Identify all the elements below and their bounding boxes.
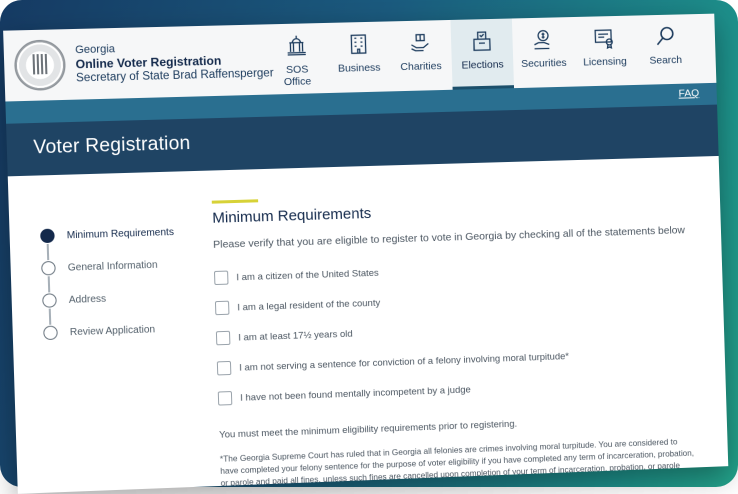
nav-label: Search xyxy=(649,54,682,67)
checkbox-label[interactable]: I have not been found mentally incompete… xyxy=(240,384,471,403)
step-indicator xyxy=(42,293,57,308)
site-brand[interactable]: Georgia Online Voter Registration Secret… xyxy=(75,38,274,85)
section-title: Minimum Requirements xyxy=(212,195,699,227)
citizen-checkbox[interactable] xyxy=(214,271,229,286)
eligibility-checklist: I am a citizen of the United States I am… xyxy=(214,248,705,414)
nav-item-elections[interactable]: Elections xyxy=(450,18,514,89)
nav-label: Elections xyxy=(461,59,504,72)
nav-item-charities[interactable]: Charities xyxy=(389,20,453,91)
nav-label: Office xyxy=(284,75,312,88)
background-gradient: Georgia Online Voter Registration Secret… xyxy=(0,0,738,487)
nav-item-business[interactable]: Business xyxy=(327,21,391,93)
nav-label: Securities xyxy=(521,57,567,70)
charity-hands-icon xyxy=(408,30,433,55)
step-indicator-current xyxy=(40,229,55,244)
step-label: Minimum Requirements xyxy=(67,226,174,240)
step-label: Address xyxy=(69,293,107,305)
step-review-application[interactable]: Review Application xyxy=(43,312,178,349)
step-label: General Information xyxy=(68,259,158,273)
step-label: Review Application xyxy=(70,324,156,338)
georgia-seal-logo[interactable] xyxy=(14,39,67,91)
progress-steps: Minimum Requirements General Information… xyxy=(40,216,178,349)
nav-label: Charities xyxy=(400,60,442,73)
money-hand-icon xyxy=(531,27,555,51)
main-nav: SOS Office Business Charities Elections … xyxy=(265,14,697,95)
nav-label: SOS xyxy=(286,63,309,76)
nav-label: Business xyxy=(338,62,381,75)
nav-item-sos-office[interactable]: SOS Office xyxy=(265,23,329,95)
title-accent-bar xyxy=(212,199,258,203)
faq-link[interactable]: FAQ xyxy=(678,87,699,99)
checkbox-label[interactable]: I am not serving a sentence for convicti… xyxy=(239,351,569,374)
building-icon xyxy=(346,32,371,57)
nav-item-search[interactable]: Search xyxy=(634,14,697,85)
search-icon xyxy=(653,24,677,48)
felony-footnote: *The Georgia Supreme Court has ruled tha… xyxy=(220,435,698,494)
nav-label: Licensing xyxy=(583,55,627,68)
checkbox-label[interactable]: I am at least 17½ years old xyxy=(238,328,353,343)
intro-text: Please verify that you are eligible to r… xyxy=(213,224,700,251)
resident-checkbox[interactable] xyxy=(215,301,230,316)
ballot-box-icon xyxy=(470,29,495,53)
competency-checkbox[interactable] xyxy=(218,391,233,406)
step-general-information[interactable]: General Information xyxy=(41,248,176,284)
nav-item-licensing[interactable]: Licensing xyxy=(573,16,636,87)
step-indicator xyxy=(41,261,56,276)
browser-page: Georgia Online Voter Registration Secret… xyxy=(3,14,728,494)
felony-checkbox[interactable] xyxy=(217,361,232,376)
step-address[interactable]: Address xyxy=(42,280,177,317)
requirements-form: Minimum Requirements Please verify that … xyxy=(212,186,708,494)
page-title: Voter Registration xyxy=(33,133,191,160)
checkbox-label[interactable]: I am a legal resident of the county xyxy=(237,297,380,313)
checkbox-label[interactable]: I am a citizen of the United States xyxy=(236,267,379,283)
step-minimum-requirements[interactable]: Minimum Requirements xyxy=(40,216,175,252)
age-checkbox[interactable] xyxy=(216,331,231,346)
step-indicator xyxy=(43,326,58,341)
capitol-icon xyxy=(284,33,309,58)
main-content: Minimum Requirements General Information… xyxy=(8,156,729,494)
certificate-icon xyxy=(592,26,616,50)
nav-item-securities[interactable]: Securities xyxy=(512,17,575,88)
